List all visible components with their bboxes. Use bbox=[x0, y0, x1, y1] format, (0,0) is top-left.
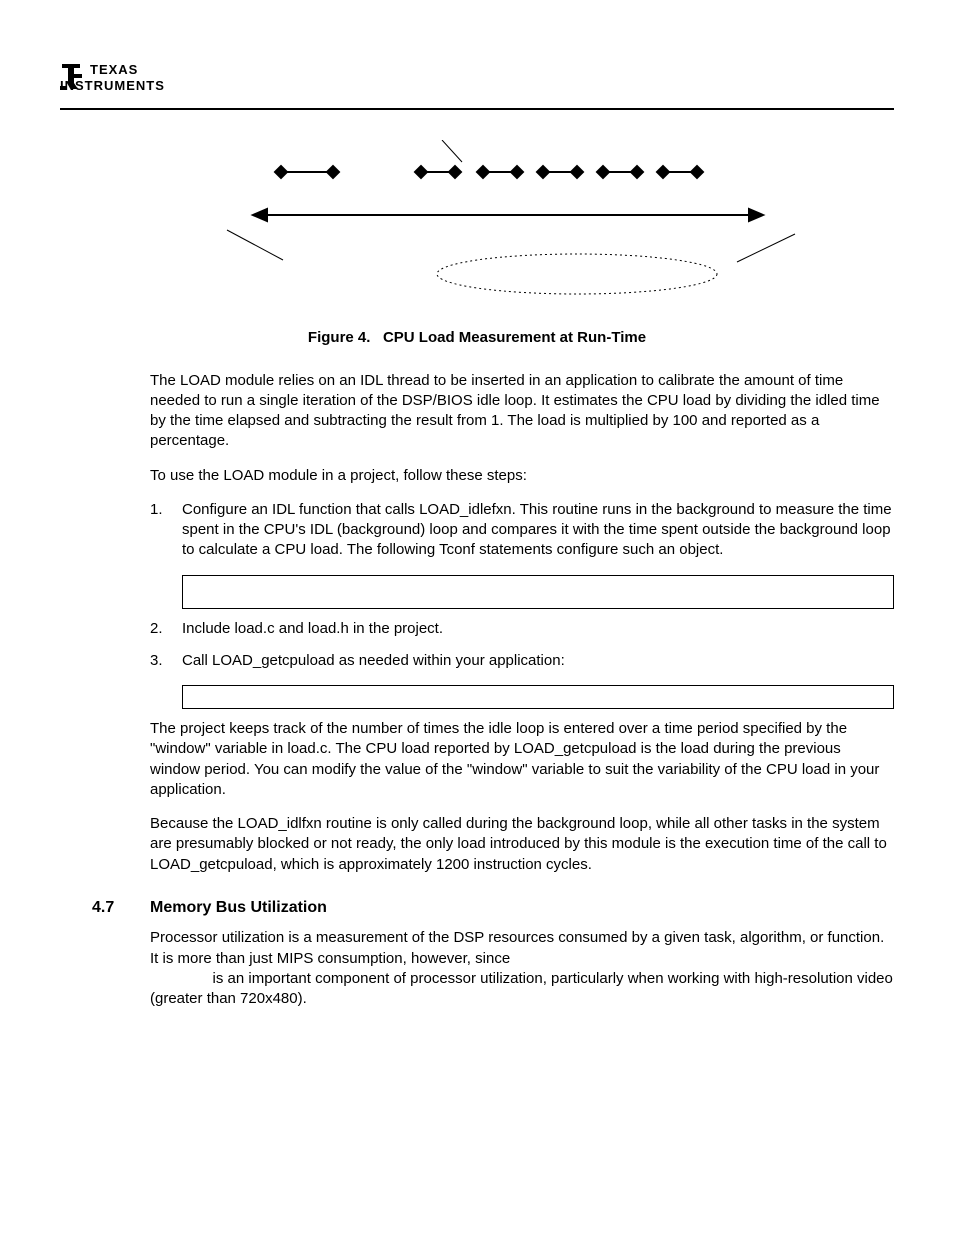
logo-line1: TEXAS bbox=[90, 62, 138, 77]
section-title: Memory Bus Utilization bbox=[150, 897, 327, 919]
steps-list-cont: Include load.c and load.h in the project… bbox=[150, 619, 894, 672]
code-box-1 bbox=[182, 575, 894, 609]
page: TEXAS INSTRUMENTS bbox=[0, 0, 954, 1235]
para-processor-util: Processor utilization is a measurement o… bbox=[150, 928, 894, 1009]
body-text: The LOAD module relies on an IDL thread … bbox=[150, 371, 894, 875]
para-steps-intro: To use the LOAD module in a project, fol… bbox=[150, 466, 894, 486]
step-1-text: Configure an IDL function that calls LOA… bbox=[182, 501, 892, 559]
para-processor-util-a: Processor utilization is a measurement o… bbox=[150, 929, 884, 966]
code-box-2 bbox=[182, 685, 894, 709]
ti-logo: TEXAS INSTRUMENTS bbox=[60, 60, 200, 96]
para-processor-util-b: is an important component of processor u… bbox=[150, 970, 893, 1007]
step-3: Call LOAD_getcpuload as needed within yo… bbox=[150, 651, 894, 671]
figure-label: Figure 4. bbox=[308, 329, 371, 346]
step-3-text: Call LOAD_getcpuload as needed within yo… bbox=[182, 652, 565, 669]
step-1: Configure an IDL function that calls LOA… bbox=[150, 500, 894, 561]
para-window: The project keeps track of the number of… bbox=[150, 719, 894, 800]
logo-line2: INSTRUMENTS bbox=[60, 78, 165, 93]
page-header: TEXAS INSTRUMENTS bbox=[60, 60, 894, 102]
section-number: 4.7 bbox=[92, 897, 150, 919]
step-2-text: Include load.c and load.h in the project… bbox=[182, 620, 443, 637]
ti-logo-svg: TEXAS INSTRUMENTS bbox=[60, 60, 200, 96]
figure-4-svg bbox=[217, 140, 797, 310]
section-4-7-heading: 4.7 Memory Bus Utilization bbox=[92, 897, 894, 919]
header-rule bbox=[60, 108, 894, 110]
para-load-module: The LOAD module relies on an IDL thread … bbox=[150, 371, 894, 452]
figure-4 bbox=[210, 140, 804, 310]
figure-4-caption: Figure 4. CPU Load Measurement at Run-Ti… bbox=[60, 328, 894, 348]
section-4-7-body: Processor utilization is a measurement o… bbox=[150, 928, 894, 1009]
steps-list: Configure an IDL function that calls LOA… bbox=[150, 500, 894, 561]
para-idlfxn: Because the LOAD_idlfxn routine is only … bbox=[150, 814, 894, 875]
step-2: Include load.c and load.h in the project… bbox=[150, 619, 894, 639]
figure-title: CPU Load Measurement at Run-Time bbox=[383, 329, 646, 346]
